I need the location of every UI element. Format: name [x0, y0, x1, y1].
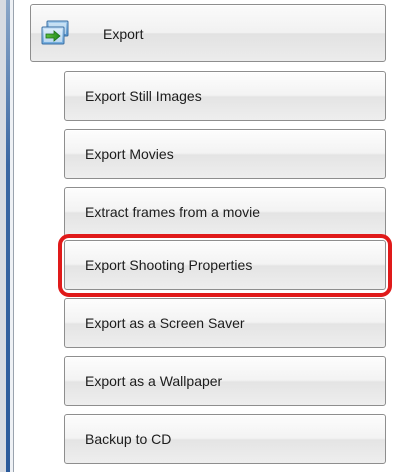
- export-folder-icon: [40, 20, 70, 46]
- menu-item-label: Export Still Images: [85, 88, 202, 104]
- menu-item-label: Export Movies: [85, 146, 174, 162]
- export-category-label: Export: [103, 26, 144, 42]
- export-still-images-button[interactable]: Export Still Images: [64, 71, 386, 121]
- export-shooting-properties-button[interactable]: Export Shooting Properties: [64, 240, 386, 290]
- export-screen-saver-button[interactable]: Export as a Screen Saver: [64, 298, 386, 348]
- menu-item-label: Export as a Screen Saver: [85, 315, 245, 331]
- backup-to-cd-button[interactable]: Backup to CD: [64, 414, 386, 464]
- menu-item-label: Backup to CD: [85, 431, 172, 447]
- export-category-button[interactable]: Export: [30, 4, 386, 62]
- menu-item-label: Export as a Wallpaper: [85, 373, 223, 389]
- export-panel: Export Export Still Images Export Movies E…: [0, 0, 396, 472]
- export-movies-button[interactable]: Export Movies: [64, 129, 386, 179]
- menu-item-label: Extract frames from a movie: [85, 204, 261, 220]
- export-wallpaper-button[interactable]: Export as a Wallpaper: [64, 356, 386, 406]
- extract-frames-button[interactable]: Extract frames from a movie: [64, 187, 386, 237]
- menu-item-label: Export Shooting Properties: [85, 257, 253, 273]
- sidebar-divider: [13, 0, 14, 472]
